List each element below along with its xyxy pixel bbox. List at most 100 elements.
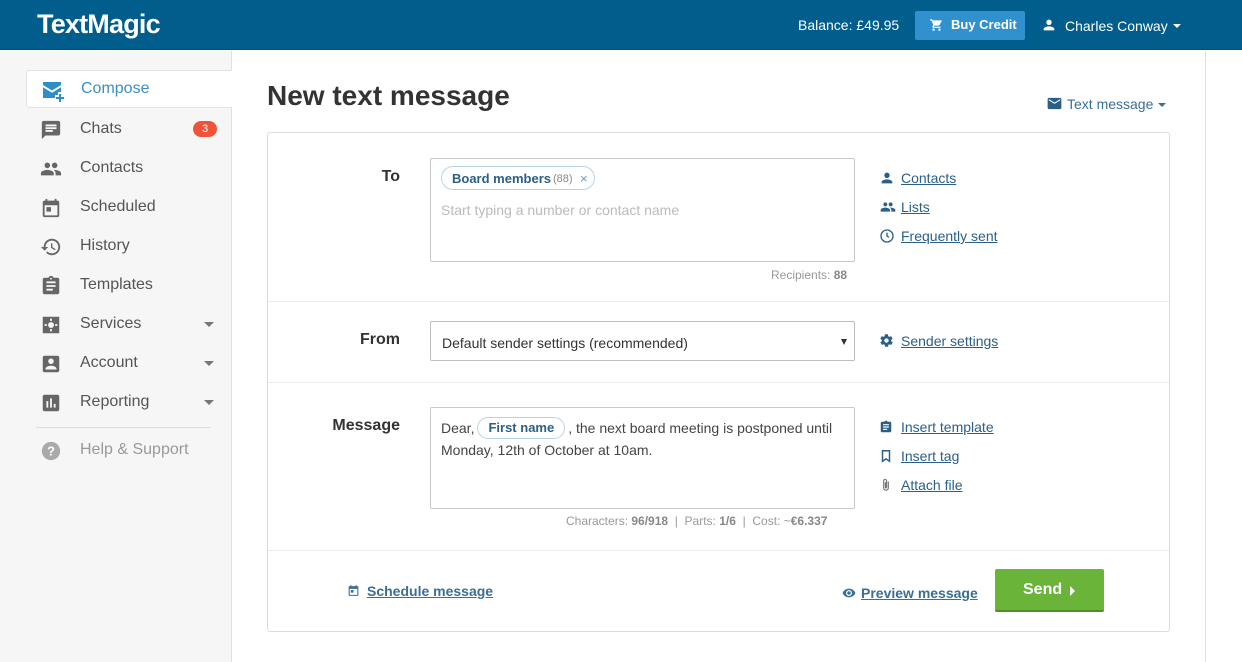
sidebar-item-contacts[interactable]: Contacts [26,149,232,187]
sidebar-item-label: Scheduled [80,198,156,215]
row-divider [268,301,1169,302]
sidebar-item-chats[interactable]: Chats 3 [26,110,232,148]
from-label: From [360,331,400,348]
bar-chart-icon [42,394,60,412]
sidebar-item-account[interactable]: Account [26,344,232,382]
sidebar-item-help[interactable]: ? Help & Support [26,431,232,469]
insert-template-link[interactable]: Insert template [880,419,994,435]
buy-credit-button[interactable]: Buy Credit [915,11,1025,40]
bookmark-icon [881,450,891,463]
sidebar-item-scheduled[interactable]: Scheduled [26,188,232,226]
message-text-before: Dear, [441,420,475,436]
sender-settings-link-label: Sender settings [901,333,999,349]
unread-badge: 3 [193,121,217,137]
send-button-label: Send [1023,581,1063,598]
first-name-tag[interactable]: First name [477,417,566,440]
message-type-label: Text message [1067,96,1154,112]
envelope-icon [1047,97,1062,110]
balance-label: Balance: £49.95 [798,17,900,33]
contacts-link[interactable]: Contacts [881,170,957,186]
clock-icon [880,229,894,243]
gear-icon [880,334,893,347]
sender-select-value: Default sender settings (recommended) [442,335,688,351]
contacts-link-label: Contacts [901,170,957,186]
stats-separator: | [674,514,678,528]
buy-credit-label: Buy Credit [951,17,1017,32]
sender-select[interactable]: Default sender settings (recommended) [430,321,855,361]
attach-file-link-label: Attach file [901,477,963,493]
sender-settings-link[interactable]: Sender settings [880,333,999,349]
sidebar-item-label: Contacts [80,159,144,176]
chevron-down-icon [1173,24,1181,28]
clipboard-icon [880,420,892,433]
recipients-input[interactable]: Board members (88) × Start typing a numb… [430,158,855,262]
lists-link-label: Lists [901,199,930,215]
recipient-chip[interactable]: Board members (88) × [441,166,595,190]
recipients-count: 88 [833,268,848,282]
characters-count: 96/918 [631,514,669,528]
schedule-message-label: Schedule message [367,583,494,599]
sidebar-item-reporting[interactable]: Reporting [26,383,232,421]
row-divider [268,550,1169,551]
chevron-down-icon [204,322,214,327]
chevron-down-icon [204,361,214,366]
caret-right-icon [1070,586,1075,596]
paperclip-icon [883,478,889,491]
contacts-icon [40,162,62,176]
sidebar-item-services[interactable]: Services [26,305,232,343]
preview-message-link[interactable]: Preview message [842,585,978,601]
sidebar-item-label: Compose [81,80,150,97]
sidebar-item-label: Templates [80,276,153,293]
insert-tag-link-label: Insert tag [901,448,960,464]
send-button[interactable]: Send [995,569,1104,612]
recipients-placeholder: Start typing a number or contact name [441,202,680,218]
svg-text:?: ? [47,444,55,459]
compose-form: To Board members (88) × Start typing a n… [267,132,1170,632]
calendar-icon [42,198,60,218]
remove-chip-icon[interactable]: × [580,171,588,186]
insert-tag-link[interactable]: Insert tag [881,448,960,464]
sidebar-item-label: Help & Support [80,441,189,458]
gear-icon [42,316,60,334]
schedule-message-link[interactable]: Schedule message [348,583,494,599]
to-label: To [381,168,400,185]
sidebar-item-label: Account [80,354,138,371]
content-right-border [1205,51,1206,662]
parts-count: 1/6 [719,514,736,528]
top-bar: TextMagic Balance: £49.95 Buy Credit Cha… [0,0,1242,50]
preview-message-label: Preview message [861,585,978,601]
chat-icon [41,120,61,140]
sidebar-item-history[interactable]: History [26,227,232,265]
compose-icon [43,82,64,102]
calendar-icon [348,585,359,596]
parts-label: Parts: [684,514,716,528]
row-divider [268,382,1169,383]
account-icon [42,355,60,373]
cart-icon [930,19,942,31]
lists-link[interactable]: Lists [880,199,930,215]
page-title: New text message [267,80,510,111]
person-icon [881,172,893,184]
sidebar-item-templates[interactable]: Templates [26,266,232,304]
cost-value: €6.337 [790,514,828,528]
sidebar-item-compose[interactable]: Compose [26,70,232,108]
sidebar-divider [36,427,211,428]
sidebar-item-label: Chats [80,120,122,137]
textmagic-logo[interactable]: TextMagic [37,9,161,40]
group-icon [880,202,896,212]
user-icon [1043,19,1055,31]
message-label: Message [332,417,400,434]
cost-label: Cost: ~ [752,514,791,528]
recipient-chip-name: Board members [452,171,551,186]
message-textarea[interactable]: Dear, First name, the next board meeting … [430,407,855,509]
sidebar-item-label: Services [80,315,142,332]
sidebar-item-label: Reporting [80,393,150,410]
clipboard-icon [42,275,60,295]
message-body: Dear, First name, the next board meeting … [441,417,841,461]
frequently-sent-link-label: Frequently sent [901,228,998,244]
attach-file-link[interactable]: Attach file [883,477,963,493]
insert-template-link-label: Insert template [901,419,994,435]
recipients-counter: Recipients: 88 [771,268,847,282]
recipient-chip-count: (88) [553,173,573,185]
frequently-sent-link[interactable]: Frequently sent [880,228,998,244]
